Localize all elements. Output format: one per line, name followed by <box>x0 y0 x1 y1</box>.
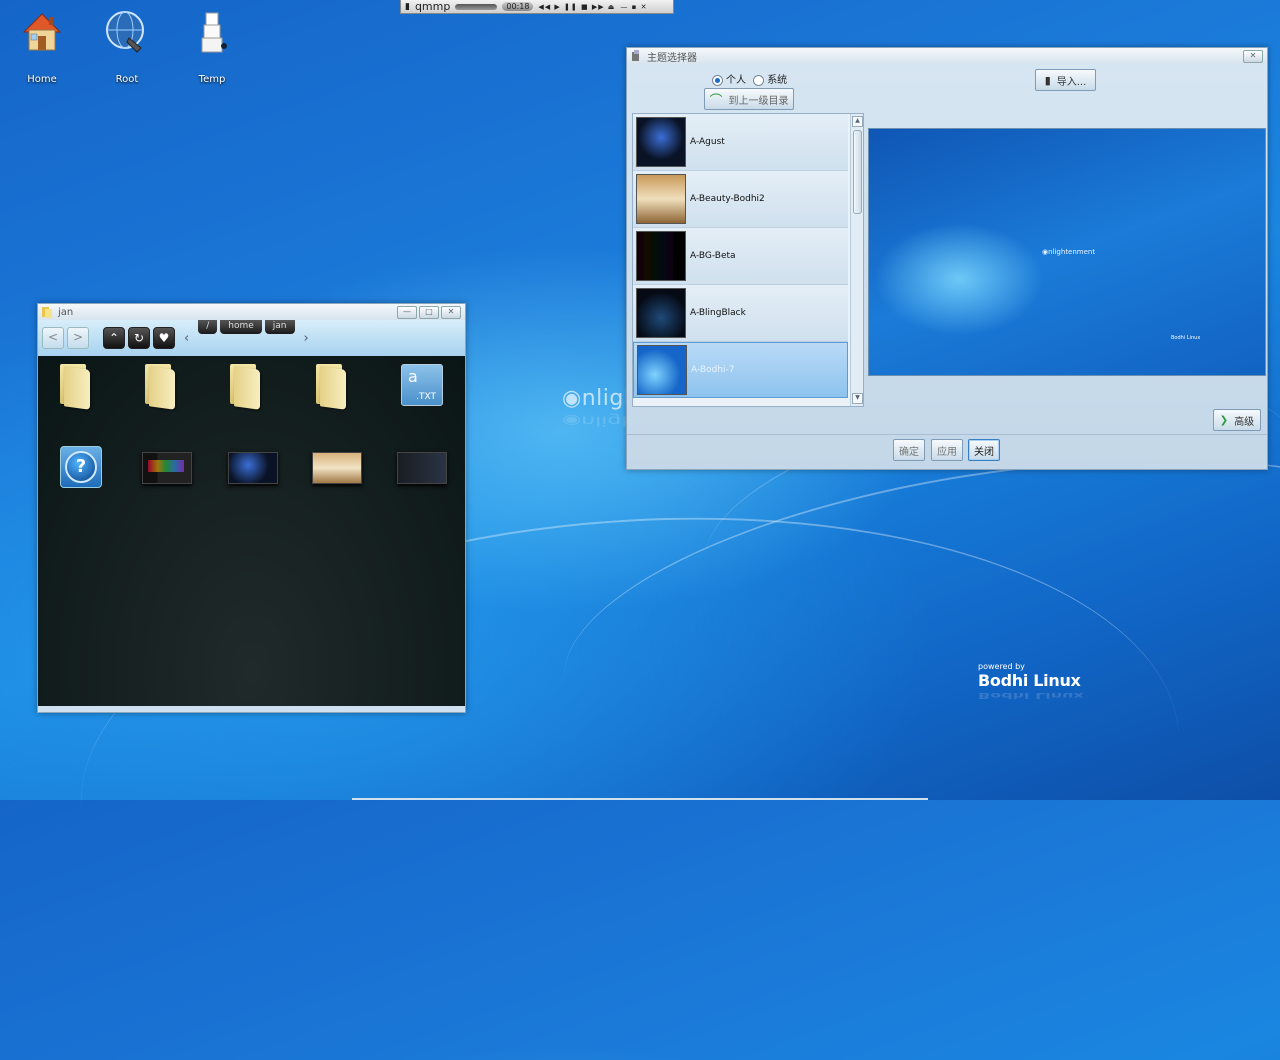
up-arrow-icon: ⌒ <box>709 93 723 109</box>
preview-brand: Bodhi Linux <box>1171 335 1201 341</box>
scroll-up-button[interactable]: ▲ <box>852 116 863 127</box>
thumbnail-bars <box>148 460 184 472</box>
radio-personal-indicator[interactable] <box>712 74 723 86</box>
player-time: 00:18 <box>502 2 534 11</box>
back-button[interactable]: < <box>42 327 64 349</box>
theme-thumbnail <box>636 231 686 281</box>
scroll-down-button[interactable]: ▼ <box>852 393 863 404</box>
desktop-icon-root[interactable]: Root <box>92 8 162 85</box>
temp-boxes-icon <box>188 8 236 56</box>
theme-thumbnail <box>636 174 686 224</box>
bodhi-branding: powered by Bodhi Linux Bodhi Linux <box>978 662 1084 705</box>
breadcrumb-home[interactable]: home <box>220 320 262 334</box>
apply-button[interactable]: 应用 <box>931 439 963 461</box>
ok-button[interactable]: 确定 <box>893 439 925 461</box>
playback-controls-icon[interactable]: ◀◀ ▶ ❚❚ ■ ▶▶ ⏏ <box>538 3 615 11</box>
breadcrumb-left-arrow[interactable]: ‹ <box>178 331 195 346</box>
text-file-icon[interactable]: a .TXT <box>401 364 443 406</box>
breadcrumb-root[interactable]: / <box>198 320 218 334</box>
breadcrumb-right-arrow[interactable]: › <box>298 331 315 346</box>
desktop-icon-label: Temp <box>198 74 226 85</box>
image-thumbnail[interactable] <box>228 452 278 484</box>
help-icon[interactable]: ? <box>60 446 102 488</box>
breadcrumb-jan[interactable]: jan <box>264 320 295 334</box>
desktop-icon-label: Root <box>115 74 139 85</box>
advanced-button[interactable]: ❯ 高级 <box>1213 409 1261 431</box>
maximize-button[interactable]: □ <box>419 305 439 319</box>
bodhi-linux-text: Bodhi Linux <box>978 671 1081 690</box>
window-title: jan <box>58 306 74 318</box>
theme-list-item[interactable]: A-BG-Beta <box>633 228 848 285</box>
theme-thumbnail <box>637 345 687 395</box>
preview-logo: ◉nlightenment <box>1042 248 1096 256</box>
minimize-button[interactable]: — <box>397 305 417 319</box>
theme-list-item[interactable]: A-BlingBlack <box>633 285 848 342</box>
theme-list-item[interactable]: A-Agust <box>633 114 848 171</box>
player-menu-icon[interactable]: ▮ <box>405 2 410 12</box>
theme-selector-window[interactable]: 主题选择器 ✕ 个人 系统 ⌒ 到上一级目录 ▮ 导入... A-Agust A… <box>626 47 1268 470</box>
import-button[interactable]: ▮ 导入... <box>1035 69 1096 91</box>
image-thumbnail[interactable] <box>397 452 447 484</box>
folder-icon[interactable] <box>230 362 262 410</box>
player-window-buttons[interactable]: — ▪ ✕ <box>620 3 647 11</box>
theme-preview: ◉nlightenment Bodhi Linux <box>868 128 1266 376</box>
scrollbar-thumb[interactable] <box>853 130 862 214</box>
window-title: 主题选择器 <box>647 52 697 64</box>
powered-by-text: powered by <box>978 662 1025 671</box>
close-dialog-button[interactable]: 关闭 <box>968 439 1000 461</box>
theme-thumbnail <box>636 117 686 167</box>
folder-icon[interactable] <box>316 362 348 410</box>
radio-system[interactable]: 系统 <box>753 74 787 86</box>
desktop-icon-home[interactable]: Home <box>7 8 77 85</box>
file-manager-titlebar[interactable]: jan — □ ✕ <box>38 304 465 320</box>
theme-selector-titlebar[interactable]: 主题选择器 ✕ <box>627 48 1267 64</box>
favorites-button[interactable]: ♥ <box>153 327 175 349</box>
theme-source-radio-group: 个人 系统 <box>712 71 787 86</box>
folder-window-icon <box>42 306 52 318</box>
forward-button[interactable]: > <box>67 327 89 349</box>
folder-icon[interactable] <box>145 362 177 410</box>
file-view[interactable]: a .TXT ? <box>38 356 465 706</box>
close-button[interactable]: ✕ <box>441 305 461 319</box>
folder-icon[interactable] <box>60 362 92 410</box>
theme-window-icon <box>631 50 641 62</box>
desktop-icon-temp[interactable]: Temp <box>177 8 247 85</box>
home-icon <box>18 8 66 56</box>
button-bar-divider <box>627 434 1267 435</box>
radio-personal[interactable]: 个人 <box>712 74 746 86</box>
bodhi-linux-reflection: Bodhi Linux <box>978 690 1084 701</box>
file-manager-window[interactable]: jan — □ ✕ < > ⌃ ↻ ♥ ‹ / home jan › a .TX… <box>37 303 466 713</box>
player-title: qmmp <box>414 0 451 13</box>
desktop-icon-label: Home <box>27 74 57 85</box>
close-button[interactable]: ✕ <box>1243 49 1263 63</box>
theme-list-item-selected[interactable]: A-Bodhi-7 <box>633 342 848 398</box>
theme-thumbnail <box>636 288 686 338</box>
qmmp-player-bar[interactable]: ▮ qmmp 00:18 ◀◀ ▶ ❚❚ ■ ▶▶ ⏏ — ▪ ✕ <box>400 0 674 14</box>
image-thumbnail[interactable] <box>312 452 362 484</box>
refresh-button[interactable]: ↻ <box>128 327 150 349</box>
up-button[interactable]: ⌃ <box>103 327 125 349</box>
import-icon: ▮ <box>1044 73 1051 87</box>
advanced-arrow-icon: ❯ <box>1219 414 1229 426</box>
theme-list-scrollbar[interactable]: ▲ ▼ <box>850 114 863 406</box>
seek-bar[interactable] <box>455 3 498 10</box>
up-directory-button[interactable]: ⌒ 到上一级目录 <box>704 88 794 110</box>
radio-system-indicator[interactable] <box>753 74 765 86</box>
root-globe-icon <box>103 8 151 56</box>
enlightenment-e-icon: ◉ <box>562 386 582 411</box>
file-manager-toolbar: < > ⌃ ↻ ♥ ‹ / home jan › <box>38 320 465 356</box>
theme-list[interactable]: A-Agust A-Beauty-Bodhi2 A-BG-Beta A-Blin… <box>632 113 864 407</box>
theme-list-item[interactable]: A-Beauty-Bodhi2 <box>633 171 848 228</box>
